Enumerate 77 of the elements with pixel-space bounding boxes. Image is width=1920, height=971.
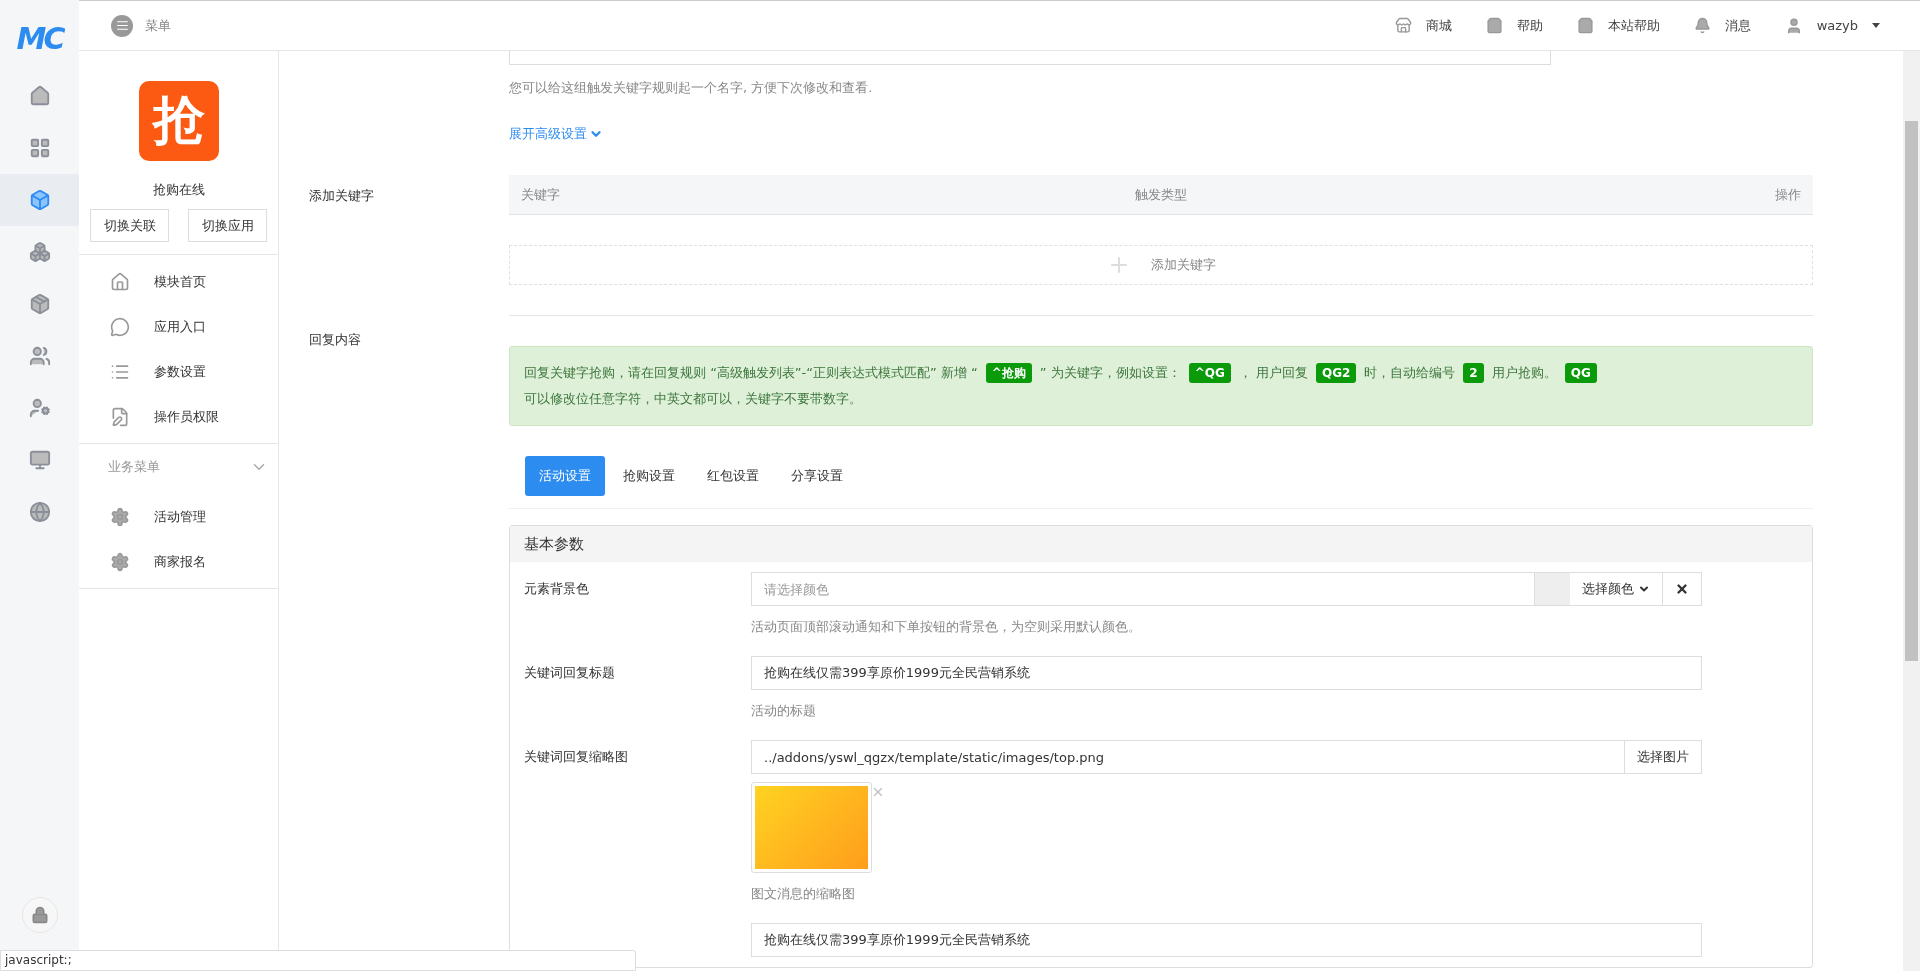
header-link[interactable]: 帮助 — [1485, 16, 1543, 35]
alert-text: 可以修改位任意字符，中英文都可以，关键字不要带数字。 — [524, 390, 862, 408]
alert-text: 时，自动给编号 — [1364, 364, 1456, 382]
panel-title: 基本参数 — [524, 534, 584, 554]
cube-icon — [28, 189, 51, 211]
field-hint: 图文消息的缩略图 — [751, 885, 856, 903]
app-logo: 抢 — [138, 81, 219, 161]
header-link[interactable]: 消息 — [1693, 16, 1751, 35]
tab[interactable]: 抢购设置 — [609, 456, 689, 496]
keyword-badge: QG2 — [1315, 363, 1357, 383]
title-input-field[interactable]: 抢购在线仅需399享原价1999元全民营销系统 — [751, 923, 1702, 957]
home-icon — [28, 85, 51, 107]
field-label: 关键词回复标题 — [524, 665, 615, 680]
bell-icon — [1693, 17, 1711, 34]
home-icon — [110, 271, 130, 292]
chat-icon — [110, 316, 130, 337]
clear-button[interactable] — [1663, 572, 1702, 606]
add-keyword-button[interactable]: 添加关键字 — [509, 245, 1813, 285]
user-menu[interactable]: wazyb — [1784, 16, 1880, 35]
keyword-badge: ^QG — [1188, 363, 1231, 383]
field-label: 回复内容 — [309, 331, 361, 349]
column-header: 关键字 — [521, 185, 560, 204]
sidebar-item[interactable]: 参数设置 — [79, 349, 278, 394]
users-icon — [28, 345, 51, 367]
header-link[interactable]: 本站帮助 — [1576, 16, 1660, 35]
app-name: 抢购在线 — [152, 181, 205, 199]
input-field[interactable] — [509, 51, 1551, 65]
column-header: 触发类型 — [1135, 185, 1187, 204]
alert-text: 回复关键字抢购，请在回复规则 “高级触发列表”-“正则表达式模式匹配” 新增 “ — [524, 364, 978, 382]
switch-button[interactable]: 切换应用 — [188, 209, 267, 242]
column-header: 操作 — [1775, 185, 1801, 204]
sidebar-item[interactable]: 操作员权限 — [79, 394, 278, 439]
menu-label[interactable]: 菜单 — [145, 16, 171, 35]
switch-button[interactable]: 切换关联 — [90, 209, 169, 242]
title-input-field[interactable]: 抢购在线仅需399享原价1999元全民营销系统 — [751, 656, 1702, 690]
field-hint: 活动页面顶部滚动通知和下单按钮的背景色，为空则采用默认颜色。 — [751, 618, 1142, 636]
field-hint: 您可以给这组触发关键字规则起一个名字, 方便下次修改和查看. — [509, 79, 874, 97]
close-icon — [1675, 582, 1689, 596]
caret-icon — [1872, 23, 1880, 28]
monitor-icon — [28, 449, 51, 471]
sidebar-item[interactable]: 模块首页 — [79, 259, 278, 304]
alert-text: ” 为关键字，例如设置： — [1039, 364, 1181, 382]
menu-icon[interactable] — [111, 14, 133, 37]
section-title: 业务菜单 — [108, 458, 160, 476]
choose-image-button[interactable]: 选择图片 — [1625, 740, 1702, 774]
header-link[interactable]: 商城 — [1394, 16, 1452, 35]
keyword-badge: 2 — [1463, 363, 1484, 383]
grid-icon — [28, 137, 51, 159]
gear-icon — [110, 551, 130, 572]
globe-icon — [28, 501, 51, 523]
field-label: 关键词回复缩略图 — [524, 749, 628, 764]
tab[interactable]: 红包设置 — [693, 456, 773, 496]
keyword-badge: QG — [1564, 363, 1597, 383]
field-label: 添加关键字 — [309, 187, 374, 205]
tab[interactable]: 分享设置 — [777, 456, 857, 496]
color-swatch — [1535, 572, 1570, 606]
alert-text: 用户抢购。 — [1491, 364, 1557, 382]
field-label: 元素背景色 — [524, 581, 589, 596]
alert-text: ， 用户回复 — [1238, 364, 1308, 382]
status-bar: javascript:; — [0, 950, 636, 971]
advanced-settings-link[interactable]: 展开高级设置 — [509, 125, 603, 143]
lock-icon — [30, 906, 49, 924]
image-path-input-field[interactable]: ../addons/yswl_qgzx/template/static/images/top.png — [751, 740, 1625, 774]
sidebar-item[interactable]: 商家报名 — [79, 539, 278, 584]
field-hint: 活动的标题 — [751, 702, 817, 720]
file-edit-icon — [110, 406, 130, 427]
rail-item[interactable] — [0, 174, 79, 226]
remove-icon[interactable] — [871, 785, 885, 799]
choose-color-button[interactable]: 选择颜色 — [1570, 572, 1663, 606]
store-icon — [1394, 17, 1412, 34]
color-input-field[interactable]: 请选择颜色 — [751, 572, 1535, 606]
scrollbar[interactable] — [1903, 51, 1920, 971]
lock-button[interactable] — [21, 897, 58, 933]
keyword-badge: ^抢购 — [985, 363, 1032, 383]
gear-icon — [110, 506, 130, 527]
sidebar-item[interactable]: 活动管理 — [79, 494, 278, 539]
sidebar-item[interactable]: 应用入口 — [79, 304, 278, 349]
